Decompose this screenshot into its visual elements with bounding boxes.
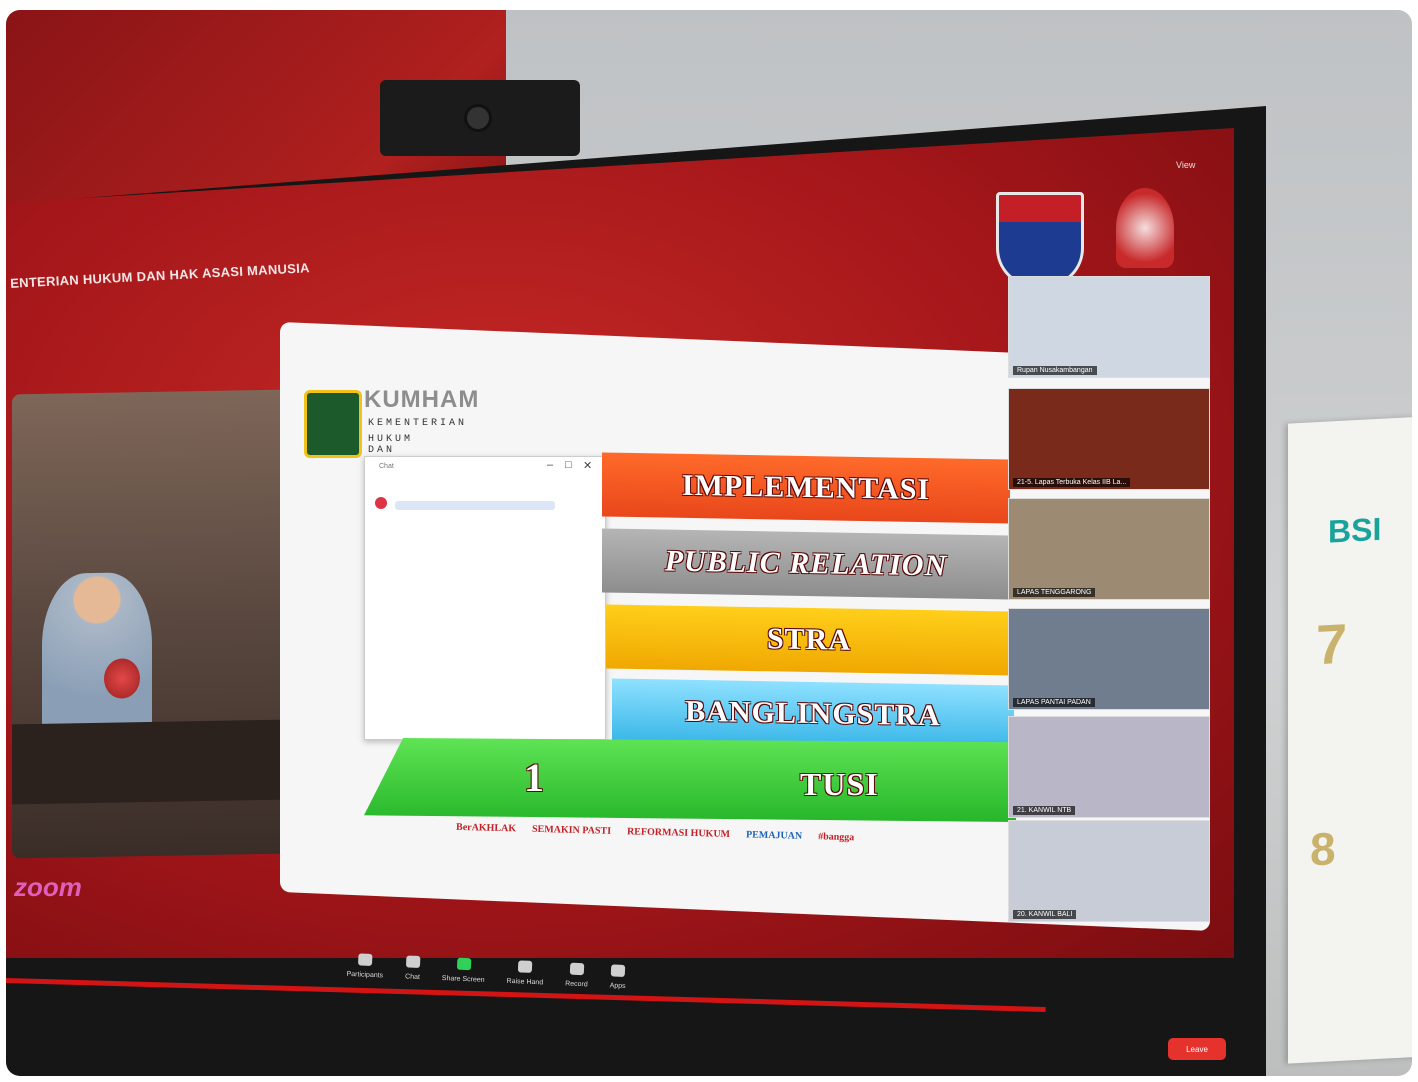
participant-tile[interactable]: 20. KANWIL BALI: [1008, 820, 1210, 922]
ministry-emblem-icon: [304, 390, 362, 458]
band-implementasi: IMPLEMENTASI: [602, 452, 1010, 524]
chat-link[interactable]: [395, 501, 555, 510]
raise-hand-button[interactable]: Raise Hand: [505, 960, 544, 1022]
avatar: [375, 497, 387, 509]
org-short: KUMHAM: [364, 386, 480, 413]
footer-logo: BerAKHLAK: [455, 821, 517, 835]
share-screen-icon: [456, 957, 472, 971]
calendar-brand: BSI: [1328, 510, 1382, 550]
maximize-icon[interactable]: □: [565, 459, 572, 471]
participant-tile[interactable]: 21-5. Lapas Terbuka Kelas IIB La...: [1008, 388, 1210, 490]
band-number: 1: [524, 755, 545, 800]
band-public-relation: PUBLIC RELATION: [602, 528, 1010, 600]
band-stra: STRA: [606, 604, 1012, 676]
participant-name: 21. KANWIL NTB: [1013, 806, 1076, 815]
participant-name: 21-5. Lapas Terbuka Kelas IIB La...: [1013, 478, 1131, 487]
minimize-icon[interactable]: –: [547, 459, 553, 471]
chat-icon: [405, 955, 421, 969]
apps-icon: [611, 964, 626, 977]
participant-name: 20. KANWIL BALI: [1013, 910, 1077, 919]
participant-tile[interactable]: LAPAS TENGGARONG: [1008, 498, 1210, 600]
apps-button[interactable]: Apps: [608, 964, 627, 1025]
speaker-video[interactable]: [12, 389, 288, 859]
band-label: TUSI: [800, 766, 879, 802]
webcam: [380, 80, 580, 156]
view-button[interactable]: View: [1176, 160, 1195, 170]
participant-name: LAPAS PANTAI PADAN: [1013, 698, 1095, 707]
calendar-number: 8: [1310, 822, 1336, 876]
leave-button[interactable]: Leave: [1168, 1038, 1226, 1060]
chat-window[interactable]: Chat – □ ✕: [364, 456, 606, 740]
band-banglingstra: BANGLINGSTRA: [612, 678, 1014, 750]
participant-name: Rupan Nusakambangan: [1013, 366, 1097, 375]
chat-button[interactable]: Chat: [403, 955, 421, 1016]
desk-calendar: BSI 7 8: [1288, 416, 1412, 1064]
footer-logo: #bangga: [817, 831, 855, 844]
participant-tile[interactable]: LAPAS PANTAI PADAN: [1008, 608, 1210, 710]
calendar-number: 7: [1316, 611, 1348, 677]
webcam-lens-icon: [464, 104, 492, 132]
close-icon[interactable]: ✕: [583, 459, 592, 472]
participant-tile[interactable]: Rupan Nusakambangan: [1008, 276, 1210, 378]
shield-logo-icon: [996, 192, 1084, 288]
hand-icon: [518, 960, 533, 973]
footer-logo: PEMAJUAN: [745, 829, 803, 842]
org-line1: KEMENTERIAN: [368, 418, 468, 429]
record-icon: [569, 962, 585, 976]
share-screen-button[interactable]: Share Screen: [440, 957, 485, 1019]
band-tusi: 1 TUSI: [364, 738, 1016, 822]
record-button[interactable]: Record: [563, 962, 588, 1023]
photo-frame: BSI 7 8 ENTERIAN HUKUM DAN HAK ASASI MAN…: [6, 10, 1412, 1076]
desk: [12, 719, 288, 805]
participants-icon: [358, 953, 373, 966]
participant-tile[interactable]: 21. KANWIL NTB: [1008, 716, 1210, 818]
participant-name: LAPAS TENGGARONG: [1013, 588, 1096, 597]
participants-button[interactable]: Participants: [345, 953, 384, 1015]
footer-logo: SEMAKIN PASTI: [531, 823, 612, 837]
chat-title: Chat: [379, 463, 394, 470]
emblem-logo-icon: [1116, 188, 1174, 268]
zoom-brand: zoom: [14, 872, 82, 902]
